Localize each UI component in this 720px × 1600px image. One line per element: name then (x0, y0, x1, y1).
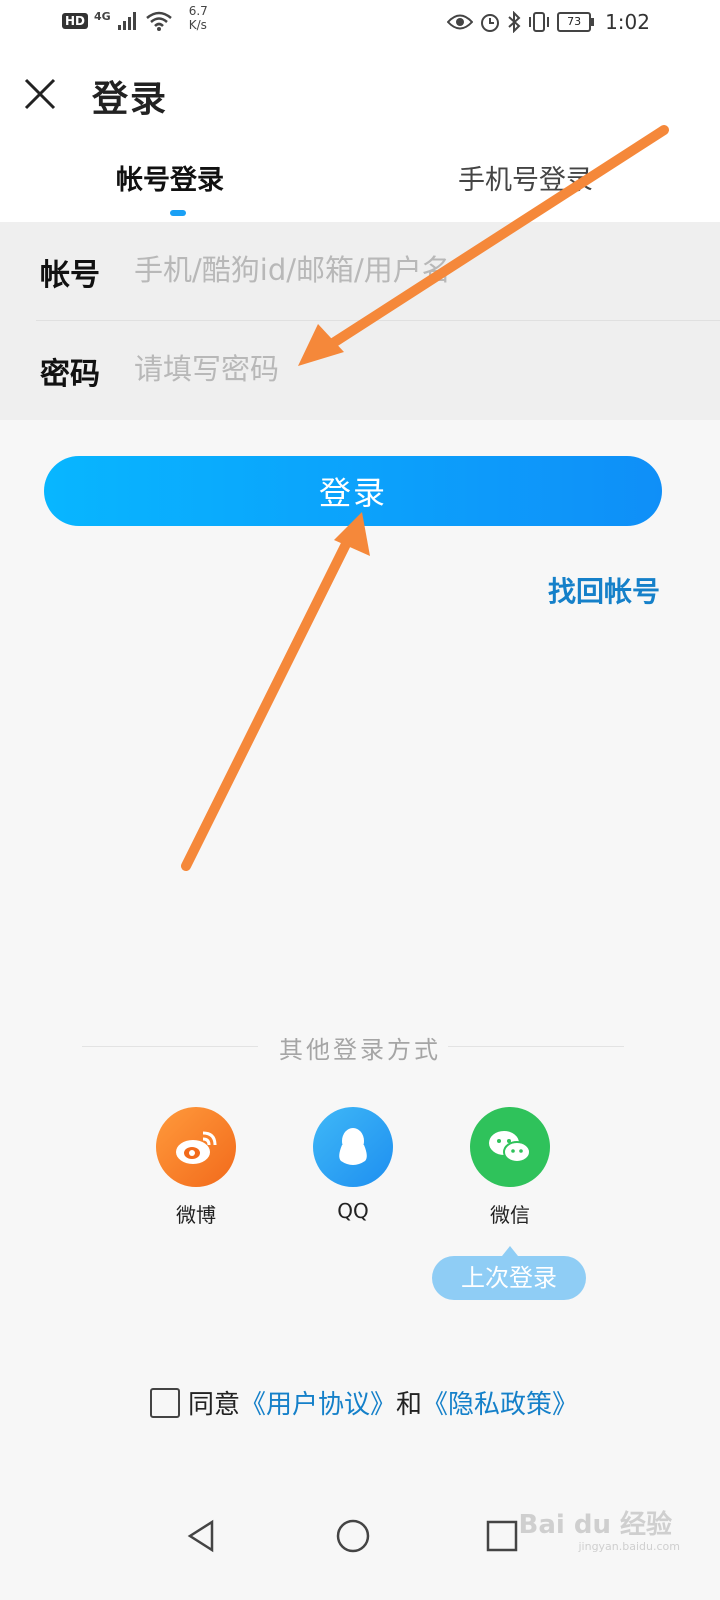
home-circle-icon (336, 1519, 370, 1553)
recover-account-link[interactable]: 找回帐号 (548, 570, 660, 610)
account-label: 帐号 (40, 258, 100, 293)
status-bar: HD 4G 6.7 K/s 73 1:02 (0, 0, 720, 50)
user-agreement-link[interactable]: 《用户协议》 (240, 1384, 396, 1421)
weibo-icon (176, 1131, 217, 1164)
password-row: 密码 (36, 321, 720, 419)
net-speed-value: 6.7 (188, 4, 208, 18)
qq-icon (339, 1128, 367, 1165)
privacy-policy-link[interactable]: 《隐私政策》 (422, 1384, 578, 1421)
battery-indicator: 73 (557, 12, 595, 32)
login-form: 帐号 密码 (0, 222, 720, 420)
watermark-url: jingyan.baidu.com (578, 1540, 680, 1553)
back-triangle-icon (187, 1519, 214, 1553)
close-button[interactable] (18, 72, 62, 116)
hd-badge: HD (62, 13, 89, 29)
password-input[interactable] (132, 343, 696, 395)
qq-label: QQ (337, 1199, 369, 1223)
status-left: HD 4G 6.7 K/s (62, 4, 208, 32)
login-button[interactable]: 登录 (44, 456, 662, 526)
network-type: 4G (94, 10, 111, 23)
agreement-and: 和 (396, 1390, 423, 1420)
weibo-label: 微博 (176, 1203, 216, 1227)
nav-back-button[interactable] (172, 1506, 232, 1566)
tab-phone-login[interactable]: 手机号登录 (458, 158, 593, 197)
weibo-login-button[interactable]: 微博 (156, 1107, 236, 1228)
wechat-icon (489, 1131, 531, 1163)
eye-icon (447, 14, 474, 30)
other-login-title: 其他登录方式 (279, 1036, 441, 1064)
qq-login-button[interactable]: QQ (313, 1107, 393, 1223)
wechat-icon-bg (470, 1107, 550, 1187)
clock: 1:02 (605, 10, 650, 34)
account-input[interactable] (132, 244, 696, 296)
header: 登录 帐号登录 手机号登录 (0, 50, 720, 222)
annotation-arrow-2 (181, 512, 370, 871)
alarm-icon (481, 14, 500, 32)
agreement-row: 同意 《用户协议》 和 《隐私政策》 (150, 1384, 578, 1421)
account-row: 帐号 (36, 222, 720, 321)
vibrate-icon (529, 12, 550, 32)
wechat-login-button[interactable]: 微信 (470, 1107, 550, 1228)
agreement-checkbox[interactable] (150, 1387, 180, 1418)
tab-indicator (170, 210, 186, 216)
close-icon (24, 78, 56, 110)
recent-square-icon (486, 1520, 518, 1552)
status-right: 73 1:02 (447, 10, 650, 34)
bluetooth-icon (508, 11, 521, 33)
nav-home-button[interactable] (323, 1506, 383, 1566)
last-login-tip: 上次登录 (432, 1246, 586, 1300)
signal-icon (117, 12, 136, 30)
wechat-label: 微信 (490, 1203, 530, 1227)
net-speed-unit: K/s (188, 18, 207, 32)
net-speed: 6.7 K/s (189, 4, 208, 32)
watermark-logo: Bai du 经验 (518, 1510, 673, 1540)
password-label: 密码 (40, 357, 100, 392)
qq-icon-bg (313, 1107, 393, 1187)
agreement-prefix: 同意 (188, 1390, 241, 1420)
navigation-bar: Bai du 经验 jingyan.baidu.com (0, 1480, 720, 1600)
wifi-icon (145, 11, 172, 31)
page-title: 登录 (92, 78, 169, 120)
tab-account-login[interactable]: 帐号登录 (116, 158, 224, 197)
weibo-icon-bg (156, 1107, 236, 1187)
